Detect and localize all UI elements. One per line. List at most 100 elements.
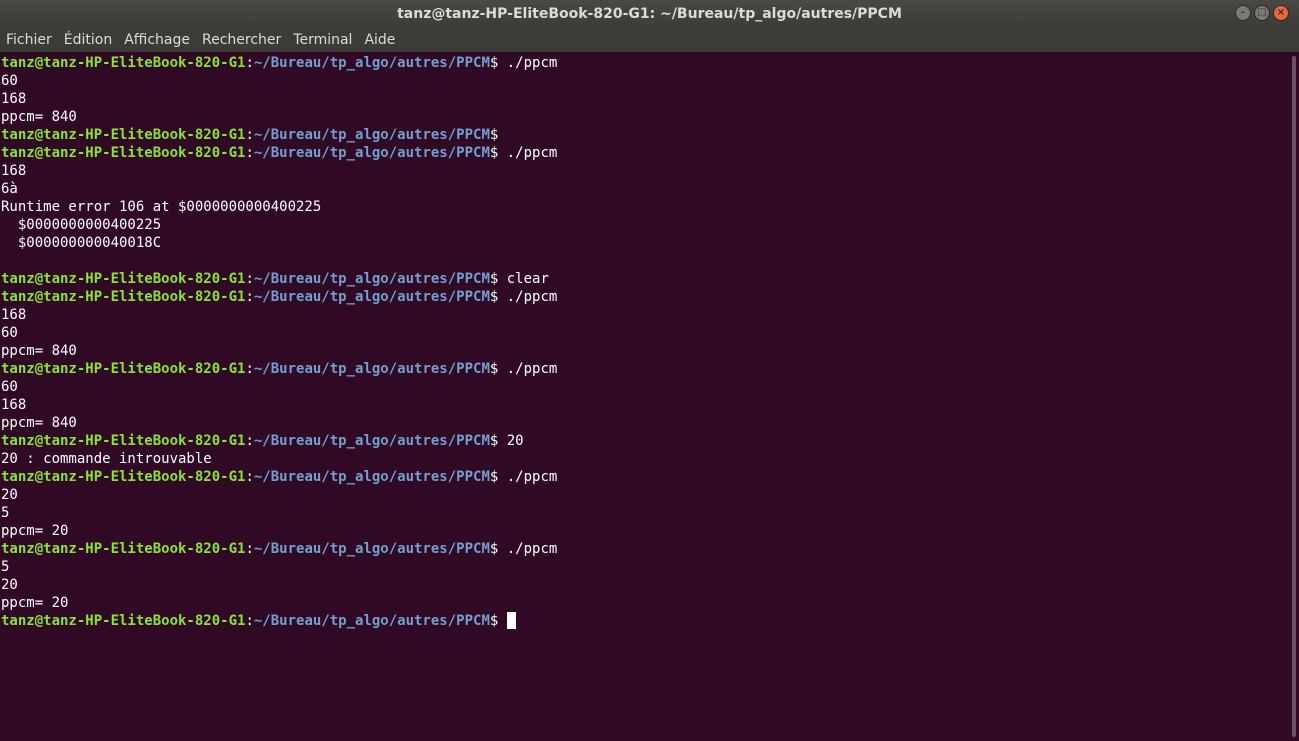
- prompt-separator: :: [245, 613, 254, 629]
- prompt-separator: :: [245, 271, 254, 287]
- menu-rechercher[interactable]: Rechercher: [196, 28, 287, 52]
- output-text: 5: [1, 505, 10, 521]
- prompt-path: ~/Bureau/tp_algo/autres/PPCM: [253, 145, 490, 161]
- output-line: $0000000000400225: [1, 216, 1287, 234]
- output-line: Runtime error 106 at $0000000000400225: [1, 198, 1287, 216]
- prompt-separator: :: [245, 361, 254, 377]
- output-text: 168: [1, 163, 27, 179]
- output-text: 6à: [1, 181, 18, 197]
- window-controls: – □ ×: [1235, 5, 1289, 23]
- prompt-user: tanz@tanz-HP-EliteBook-820-G1: [1, 271, 246, 287]
- command-text: clear: [498, 271, 549, 287]
- output-text: 60: [1, 73, 18, 89]
- terminal-output[interactable]: tanz@tanz-HP-EliteBook-820-G1:~/Bureau/t…: [0, 52, 1287, 741]
- prompt-path: ~/Bureau/tp_algo/autres/PPCM: [253, 361, 490, 377]
- output-line: 60: [1, 72, 1287, 90]
- menu-affichage[interactable]: Affichage: [118, 28, 196, 52]
- prompt-user: tanz@tanz-HP-EliteBook-820-G1: [1, 127, 246, 143]
- output-text: 20 : commande introuvable: [1, 451, 212, 467]
- prompt-separator: :: [245, 55, 254, 71]
- menu-edition[interactable]: Édition: [58, 28, 118, 52]
- minimize-icon[interactable]: –: [1235, 5, 1251, 21]
- prompt-path: ~/Bureau/tp_algo/autres/PPCM: [253, 433, 490, 449]
- output-line: 168: [1, 90, 1287, 108]
- output-line: ppcm= 840: [1, 342, 1287, 360]
- prompt-line: tanz@tanz-HP-EliteBook-820-G1:~/Bureau/t…: [1, 612, 1287, 630]
- prompt-path: ~/Bureau/tp_algo/autres/PPCM: [253, 469, 490, 485]
- output-line: 5: [1, 558, 1287, 576]
- menu-terminal[interactable]: Terminal: [287, 28, 358, 52]
- prompt-line: tanz@tanz-HP-EliteBook-820-G1:~/Bureau/t…: [1, 270, 1287, 288]
- output-line: 60: [1, 378, 1287, 396]
- prompt-separator: :: [245, 145, 254, 161]
- command-text: ./ppcm: [498, 469, 558, 485]
- command-text: ./ppcm: [498, 289, 558, 305]
- prompt-path: ~/Bureau/tp_algo/autres/PPCM: [253, 289, 490, 305]
- prompt-separator: :: [245, 433, 254, 449]
- prompt-user: tanz@tanz-HP-EliteBook-820-G1: [1, 433, 246, 449]
- output-text: ppcm= 840: [1, 415, 77, 431]
- output-text: ppcm= 20: [1, 595, 69, 611]
- terminal-window: tanz@tanz-HP-EliteBook-820-G1: ~/Bureau/…: [0, 0, 1299, 741]
- command-text: ./ppcm: [498, 361, 558, 377]
- prompt-separator: :: [245, 127, 254, 143]
- command-text: ./ppcm: [498, 145, 558, 161]
- output-text: $0000000000400225: [1, 217, 162, 233]
- prompt-user: tanz@tanz-HP-EliteBook-820-G1: [1, 145, 246, 161]
- prompt-user: tanz@tanz-HP-EliteBook-820-G1: [1, 613, 246, 629]
- prompt-dollar: $: [489, 127, 499, 143]
- command-text: ./ppcm: [498, 55, 558, 71]
- output-text: Runtime error 106 at $0000000000400225: [1, 199, 322, 215]
- output-text: 168: [1, 91, 27, 107]
- maximize-icon[interactable]: □: [1254, 5, 1270, 21]
- output-text: 5: [1, 559, 10, 575]
- close-icon[interactable]: ×: [1273, 5, 1289, 21]
- output-text: ppcm= 840: [1, 343, 77, 359]
- prompt-user: tanz@tanz-HP-EliteBook-820-G1: [1, 289, 246, 305]
- prompt-separator: :: [245, 469, 254, 485]
- output-text: 168: [1, 397, 27, 413]
- text-cursor: [506, 612, 516, 629]
- output-text: ppcm= 20: [1, 523, 69, 539]
- output-text: 60: [1, 379, 18, 395]
- scrollbar-thumb[interactable]: [1292, 56, 1296, 737]
- output-line: 168: [1, 306, 1287, 324]
- prompt-line: tanz@tanz-HP-EliteBook-820-G1:~/Bureau/t…: [1, 468, 1287, 486]
- prompt-user: tanz@tanz-HP-EliteBook-820-G1: [1, 361, 246, 377]
- output-line: 5: [1, 504, 1287, 522]
- output-text: $000000000040018C: [1, 235, 162, 251]
- title-bar[interactable]: tanz@tanz-HP-EliteBook-820-G1: ~/Bureau/…: [0, 0, 1299, 28]
- prompt-path: ~/Bureau/tp_algo/autres/PPCM: [253, 127, 490, 143]
- menu-fichier[interactable]: Fichier: [0, 28, 58, 52]
- output-line: 60: [1, 324, 1287, 342]
- prompt-line: tanz@tanz-HP-EliteBook-820-G1:~/Bureau/t…: [1, 360, 1287, 378]
- output-text: 168: [1, 307, 27, 323]
- output-text: 60: [1, 325, 18, 341]
- prompt-line: tanz@tanz-HP-EliteBook-820-G1:~/Bureau/t…: [1, 126, 1287, 144]
- prompt-user: tanz@tanz-HP-EliteBook-820-G1: [1, 469, 246, 485]
- output-line: 168: [1, 396, 1287, 414]
- output-line: $000000000040018C: [1, 234, 1287, 252]
- prompt-line: tanz@tanz-HP-EliteBook-820-G1:~/Bureau/t…: [1, 432, 1287, 450]
- output-text: 20: [1, 577, 18, 593]
- command-text: [498, 613, 506, 629]
- scrollbar[interactable]: [1287, 52, 1299, 741]
- prompt-user: tanz@tanz-HP-EliteBook-820-G1: [1, 55, 246, 71]
- output-line: ppcm= 840: [1, 414, 1287, 432]
- prompt-path: ~/Bureau/tp_algo/autres/PPCM: [253, 541, 490, 557]
- prompt-path: ~/Bureau/tp_algo/autres/PPCM: [253, 613, 490, 629]
- output-line: 168: [1, 162, 1287, 180]
- window-title: tanz@tanz-HP-EliteBook-820-G1: ~/Bureau/…: [397, 6, 902, 22]
- menu-bar: Fichier Édition Affichage Rechercher Ter…: [0, 28, 1299, 52]
- prompt-separator: :: [245, 289, 254, 305]
- prompt-line: tanz@tanz-HP-EliteBook-820-G1:~/Bureau/t…: [1, 288, 1287, 306]
- prompt-user: tanz@tanz-HP-EliteBook-820-G1: [1, 541, 246, 557]
- output-line: ppcm= 20: [1, 522, 1287, 540]
- output-line: 20: [1, 576, 1287, 594]
- menu-aide[interactable]: Aide: [358, 28, 401, 52]
- output-line: 6à: [1, 180, 1287, 198]
- command-text: ./ppcm: [498, 541, 558, 557]
- output-line: 20 : commande introuvable: [1, 450, 1287, 468]
- output-text: ppcm= 840: [1, 109, 77, 125]
